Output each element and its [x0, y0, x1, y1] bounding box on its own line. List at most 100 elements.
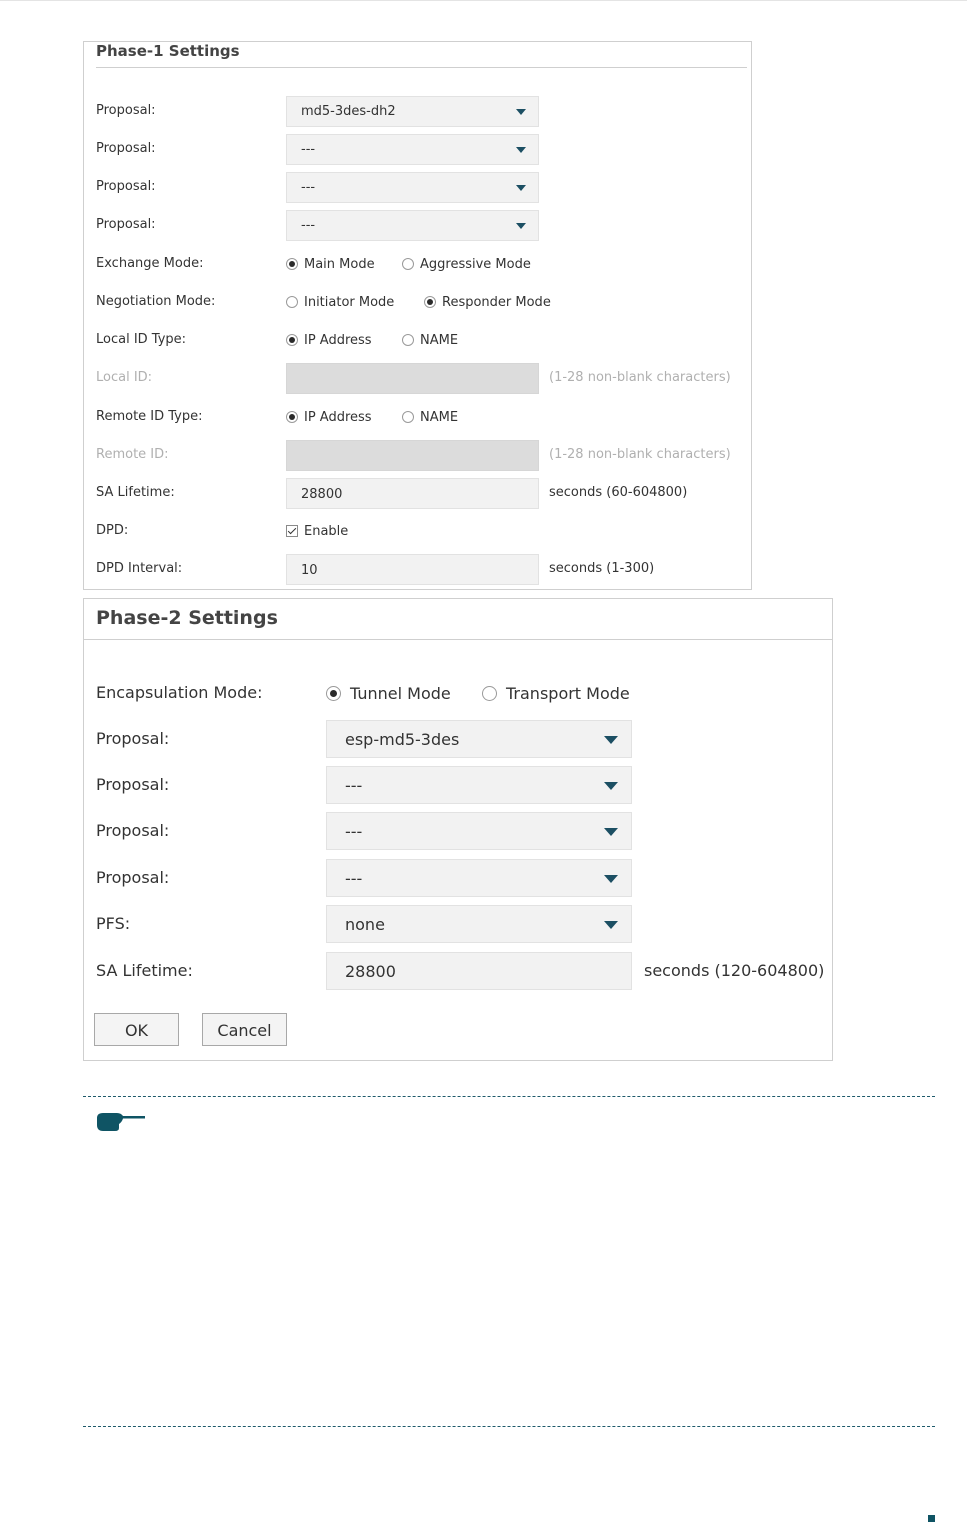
- phase2-sa-lifetime-field[interactable]: 28800: [326, 952, 632, 990]
- radio-selected-icon: [424, 296, 436, 308]
- proposal-label: Proposal:: [96, 103, 156, 118]
- enable-label: Enable: [304, 524, 349, 539]
- select-value: ---: [301, 142, 316, 157]
- field-value: 28800: [301, 487, 343, 502]
- chevron-down-icon: [516, 147, 526, 153]
- radio-selected-icon: [286, 411, 298, 423]
- remote-id-type-label: Remote ID Type:: [96, 409, 203, 424]
- select-value: ---: [345, 869, 363, 888]
- dpd-enable-checkbox[interactable]: Enable: [286, 524, 348, 539]
- field-value: 28800: [345, 962, 396, 981]
- sa-lifetime-label: SA Lifetime:: [96, 961, 193, 980]
- select-value: esp-md5-3des: [345, 730, 460, 749]
- pfs-label: PFS:: [96, 914, 131, 933]
- note-top-divider: [83, 1096, 935, 1097]
- radio-unselected-icon: [482, 686, 497, 701]
- remote-id-label: Remote ID:: [96, 447, 169, 462]
- radio-unselected-icon: [402, 411, 414, 423]
- tunnel-mode-radio[interactable]: Tunnel Mode: [326, 684, 451, 703]
- encapsulation-mode-label: Encapsulation Mode:: [96, 683, 263, 702]
- chevron-down-icon: [516, 109, 526, 115]
- initiator-mode-radio[interactable]: Initiator Mode: [286, 295, 394, 310]
- dpd-label: DPD:: [96, 523, 129, 538]
- select-value: ---: [301, 218, 316, 233]
- ip-address-label: IP Address: [304, 333, 372, 348]
- tunnel-mode-label: Tunnel Mode: [350, 684, 451, 703]
- proposal-label: Proposal:: [96, 821, 170, 840]
- transport-mode-label: Transport Mode: [506, 684, 630, 703]
- phase1-proposal-select-2[interactable]: ---: [286, 134, 539, 165]
- local-id-type-label: Local ID Type:: [96, 332, 187, 347]
- ip-address-label: IP Address: [304, 410, 372, 425]
- phase1-settings-panel: Phase-1 Settings Proposal: md5-3des-dh2 …: [83, 41, 752, 590]
- sa-lifetime-hint: seconds (120-604800): [644, 961, 825, 980]
- local-id-hint: (1-28 non-blank characters): [549, 370, 731, 385]
- initiator-mode-label: Initiator Mode: [304, 295, 395, 310]
- phase2-proposal-select-2[interactable]: ---: [326, 766, 632, 804]
- proposal-label: Proposal:: [96, 217, 156, 232]
- proposal-label: Proposal:: [96, 141, 156, 156]
- radio-unselected-icon: [286, 296, 298, 308]
- field-value: 10: [301, 563, 318, 578]
- proposal-label: Proposal:: [96, 179, 156, 194]
- radio-selected-icon: [326, 686, 341, 701]
- phase2-title: Phase-2 Settings: [96, 607, 278, 629]
- aggressive-mode-radio[interactable]: Aggressive Mode: [402, 257, 531, 272]
- phase2-title-divider: [84, 639, 832, 640]
- chevron-down-icon: [604, 736, 618, 744]
- transport-mode-radio[interactable]: Transport Mode: [482, 684, 630, 703]
- phase1-proposal-select-4[interactable]: ---: [286, 210, 539, 241]
- radio-selected-icon: [286, 334, 298, 346]
- chevron-down-icon: [604, 828, 618, 836]
- chevron-down-icon: [604, 782, 618, 790]
- negotiation-mode-label: Negotiation Mode:: [96, 294, 216, 309]
- phase1-title: Phase-1 Settings: [96, 42, 240, 60]
- remote-id-field[interactable]: [286, 440, 539, 471]
- local-name-radio[interactable]: NAME: [402, 333, 458, 348]
- radio-unselected-icon: [402, 258, 414, 270]
- sa-lifetime-hint: seconds (60-604800): [549, 485, 688, 500]
- sa-lifetime-label: SA Lifetime:: [96, 485, 175, 500]
- chevron-down-icon: [604, 875, 618, 883]
- radio-unselected-icon: [402, 334, 414, 346]
- remote-name-radio[interactable]: NAME: [402, 410, 458, 425]
- chevron-down-icon: [516, 185, 526, 191]
- cancel-button[interactable]: Cancel: [202, 1013, 287, 1046]
- select-value: none: [345, 915, 385, 934]
- remote-ip-address-radio[interactable]: IP Address: [286, 410, 372, 425]
- main-mode-label: Main Mode: [304, 257, 375, 272]
- select-value: ---: [301, 180, 316, 195]
- exchange-mode-label: Exchange Mode:: [96, 256, 204, 271]
- pointing-hand-icon: [97, 1113, 145, 1131]
- local-id-field[interactable]: [286, 363, 539, 394]
- chevron-down-icon: [604, 921, 618, 929]
- ok-button[interactable]: OK: [94, 1013, 179, 1046]
- dpd-interval-field[interactable]: 10: [286, 554, 539, 585]
- responder-mode-label: Responder Mode: [442, 295, 551, 310]
- phase2-settings-panel: Phase-2 Settings Encapsulation Mode: Tun…: [83, 598, 833, 1061]
- phase1-proposal-select-3[interactable]: ---: [286, 172, 539, 203]
- chevron-down-icon: [516, 223, 526, 229]
- phase2-proposal-select-4[interactable]: ---: [326, 859, 632, 897]
- phase1-proposal-select-1[interactable]: md5-3des-dh2: [286, 96, 539, 127]
- select-value: ---: [345, 822, 363, 841]
- dpd-interval-hint: seconds (1-300): [549, 561, 655, 576]
- note-bottom-divider: [83, 1426, 935, 1427]
- pfs-select[interactable]: none: [326, 905, 632, 943]
- top-divider: [0, 0, 967, 1]
- main-mode-radio[interactable]: Main Mode: [286, 257, 375, 272]
- phase2-proposal-select-1[interactable]: esp-md5-3des: [326, 720, 632, 758]
- checkbox-checked-icon: [286, 525, 298, 537]
- phase1-title-divider: [96, 67, 747, 68]
- responder-mode-radio[interactable]: Responder Mode: [424, 295, 551, 310]
- radio-selected-icon: [286, 258, 298, 270]
- phase1-sa-lifetime-field[interactable]: 28800: [286, 478, 539, 509]
- dpd-interval-label: DPD Interval:: [96, 561, 183, 576]
- name-label: NAME: [420, 410, 459, 425]
- remote-id-hint: (1-28 non-blank characters): [549, 447, 731, 462]
- name-label: NAME: [420, 333, 459, 348]
- phase2-proposal-select-3[interactable]: ---: [326, 812, 632, 850]
- proposal-label: Proposal:: [96, 729, 170, 748]
- page-marker: [928, 1515, 935, 1522]
- local-ip-address-radio[interactable]: IP Address: [286, 333, 372, 348]
